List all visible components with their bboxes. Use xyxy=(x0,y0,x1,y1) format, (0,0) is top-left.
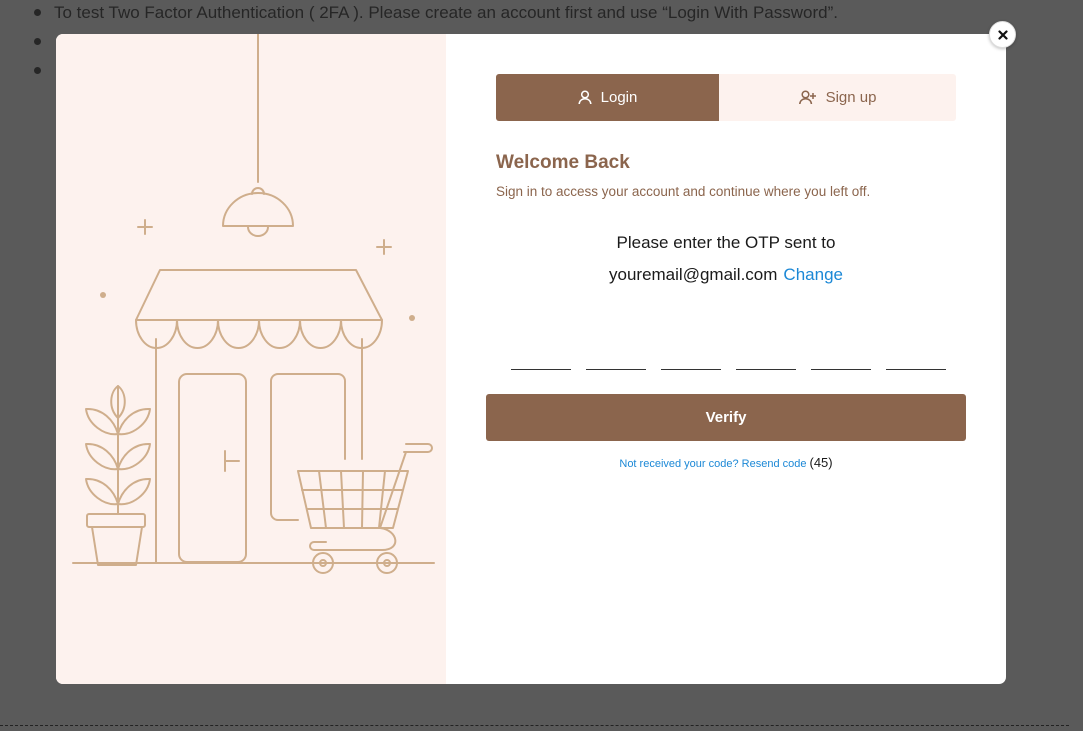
close-icon xyxy=(997,29,1008,40)
resend-code-link[interactable]: Not received your code? Resend code xyxy=(619,458,806,470)
potted-plant-icon xyxy=(85,385,151,566)
pendant-lamp-icon xyxy=(222,34,294,237)
verify-button[interactable]: Verify xyxy=(486,394,966,441)
background-dashed-divider xyxy=(0,725,1069,726)
otp-digit-input-4[interactable] xyxy=(736,344,796,370)
storefront-illustration xyxy=(72,34,435,574)
change-email-link[interactable]: Change xyxy=(783,265,843,284)
login-form-panel: Login Sign up Welcome Back Sign in to ac… xyxy=(446,34,1006,684)
tab-signup[interactable]: Sign up xyxy=(719,74,956,121)
tab-login[interactable]: Login xyxy=(496,74,719,121)
otp-message: Please enter the OTP sent to youremail@g… xyxy=(476,227,976,291)
otp-digit-input-3[interactable] xyxy=(661,344,721,370)
auth-tabs: Login Sign up xyxy=(496,74,956,121)
otp-input-group xyxy=(511,344,946,370)
welcome-title: Welcome Back xyxy=(496,152,630,173)
background-bullet-item: To test Two Factor Authentication ( 2FA … xyxy=(26,0,1066,29)
otp-email: youremail@gmail.com xyxy=(609,265,778,284)
welcome-subtitle: Sign in to access your account and conti… xyxy=(496,184,871,199)
tab-signup-label: Sign up xyxy=(825,89,877,106)
shop-awning-icon xyxy=(135,269,383,349)
close-modal-button[interactable] xyxy=(989,21,1016,48)
shopping-cart-icon xyxy=(297,443,433,574)
storefront-illustration-panel xyxy=(56,34,446,684)
otp-prompt: Please enter the OTP sent to xyxy=(616,233,836,252)
resend-countdown: (45) xyxy=(809,455,833,470)
resend-row: Not received your code? Resend code (45) xyxy=(476,455,976,470)
otp-digit-input-5[interactable] xyxy=(811,344,871,370)
login-modal: Login Sign up Welcome Back Sign in to ac… xyxy=(56,34,1006,684)
otp-digit-input-2[interactable] xyxy=(586,344,646,370)
user-plus-icon xyxy=(798,90,816,105)
tab-login-label: Login xyxy=(600,89,638,106)
otp-digit-input-6[interactable] xyxy=(886,344,946,370)
otp-digit-input-1[interactable] xyxy=(511,344,571,370)
user-icon xyxy=(578,90,592,105)
